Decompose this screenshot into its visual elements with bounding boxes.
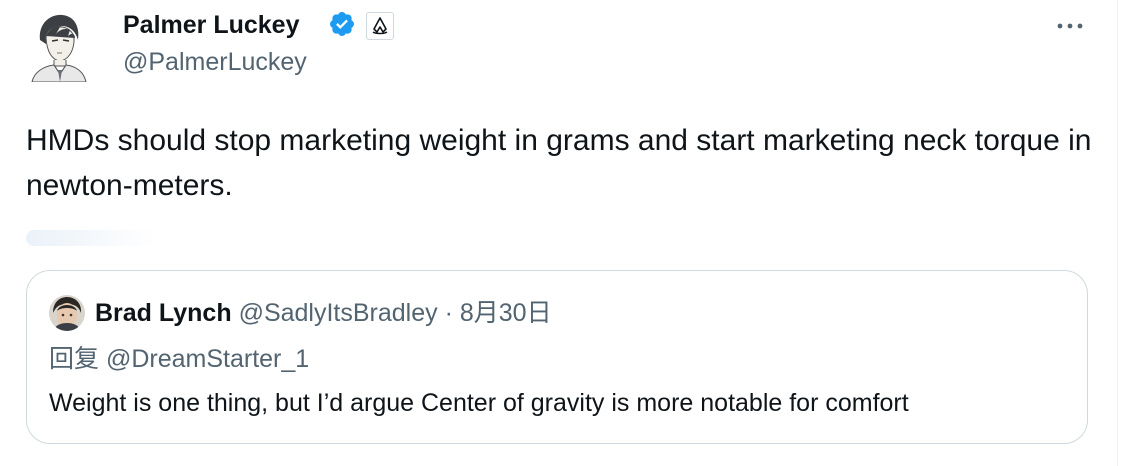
tweet-text: HMDs should stop marketing weight in gra… xyxy=(26,124,1092,202)
timeline-column-border xyxy=(1117,0,1118,466)
author-name[interactable]: Palmer Luckey xyxy=(123,9,300,41)
more-options-button[interactable] xyxy=(1052,10,1092,42)
author-handle[interactable]: @PalmerLuckey xyxy=(123,46,307,78)
quote-header: Brad Lynch @SadlyItsBradley · 8月30日 xyxy=(95,295,552,331)
quote-author-handle[interactable]: @SadlyItsBradley xyxy=(239,299,438,327)
quote-separator: · xyxy=(444,299,453,327)
anime-portrait-avatar-icon xyxy=(26,10,90,82)
reply-prefix: 回复 xyxy=(49,345,100,373)
quote-date[interactable]: 8月30日 xyxy=(460,299,552,327)
quote-author-name[interactable]: Brad Lynch xyxy=(95,299,232,327)
quote-tweet-card[interactable]: Brad Lynch @SadlyItsBradley · 8月30日 回复 @… xyxy=(26,270,1088,444)
more-options-icon xyxy=(1057,23,1083,29)
affiliate-logo-icon[interactable] xyxy=(366,12,394,40)
faded-translate-hint xyxy=(26,230,156,246)
quote-author-avatar[interactable] xyxy=(49,295,85,331)
reply-to-handle[interactable]: @DreamStarter_1 xyxy=(106,345,309,373)
quote-reply-context: 回复 @DreamStarter_1 xyxy=(49,341,309,377)
author-avatar[interactable] xyxy=(26,10,90,82)
quote-text: Weight is one thing, but I’d argue Cente… xyxy=(49,389,909,417)
verified-badge-icon[interactable] xyxy=(328,10,356,38)
user-photo-avatar-icon xyxy=(49,295,85,331)
